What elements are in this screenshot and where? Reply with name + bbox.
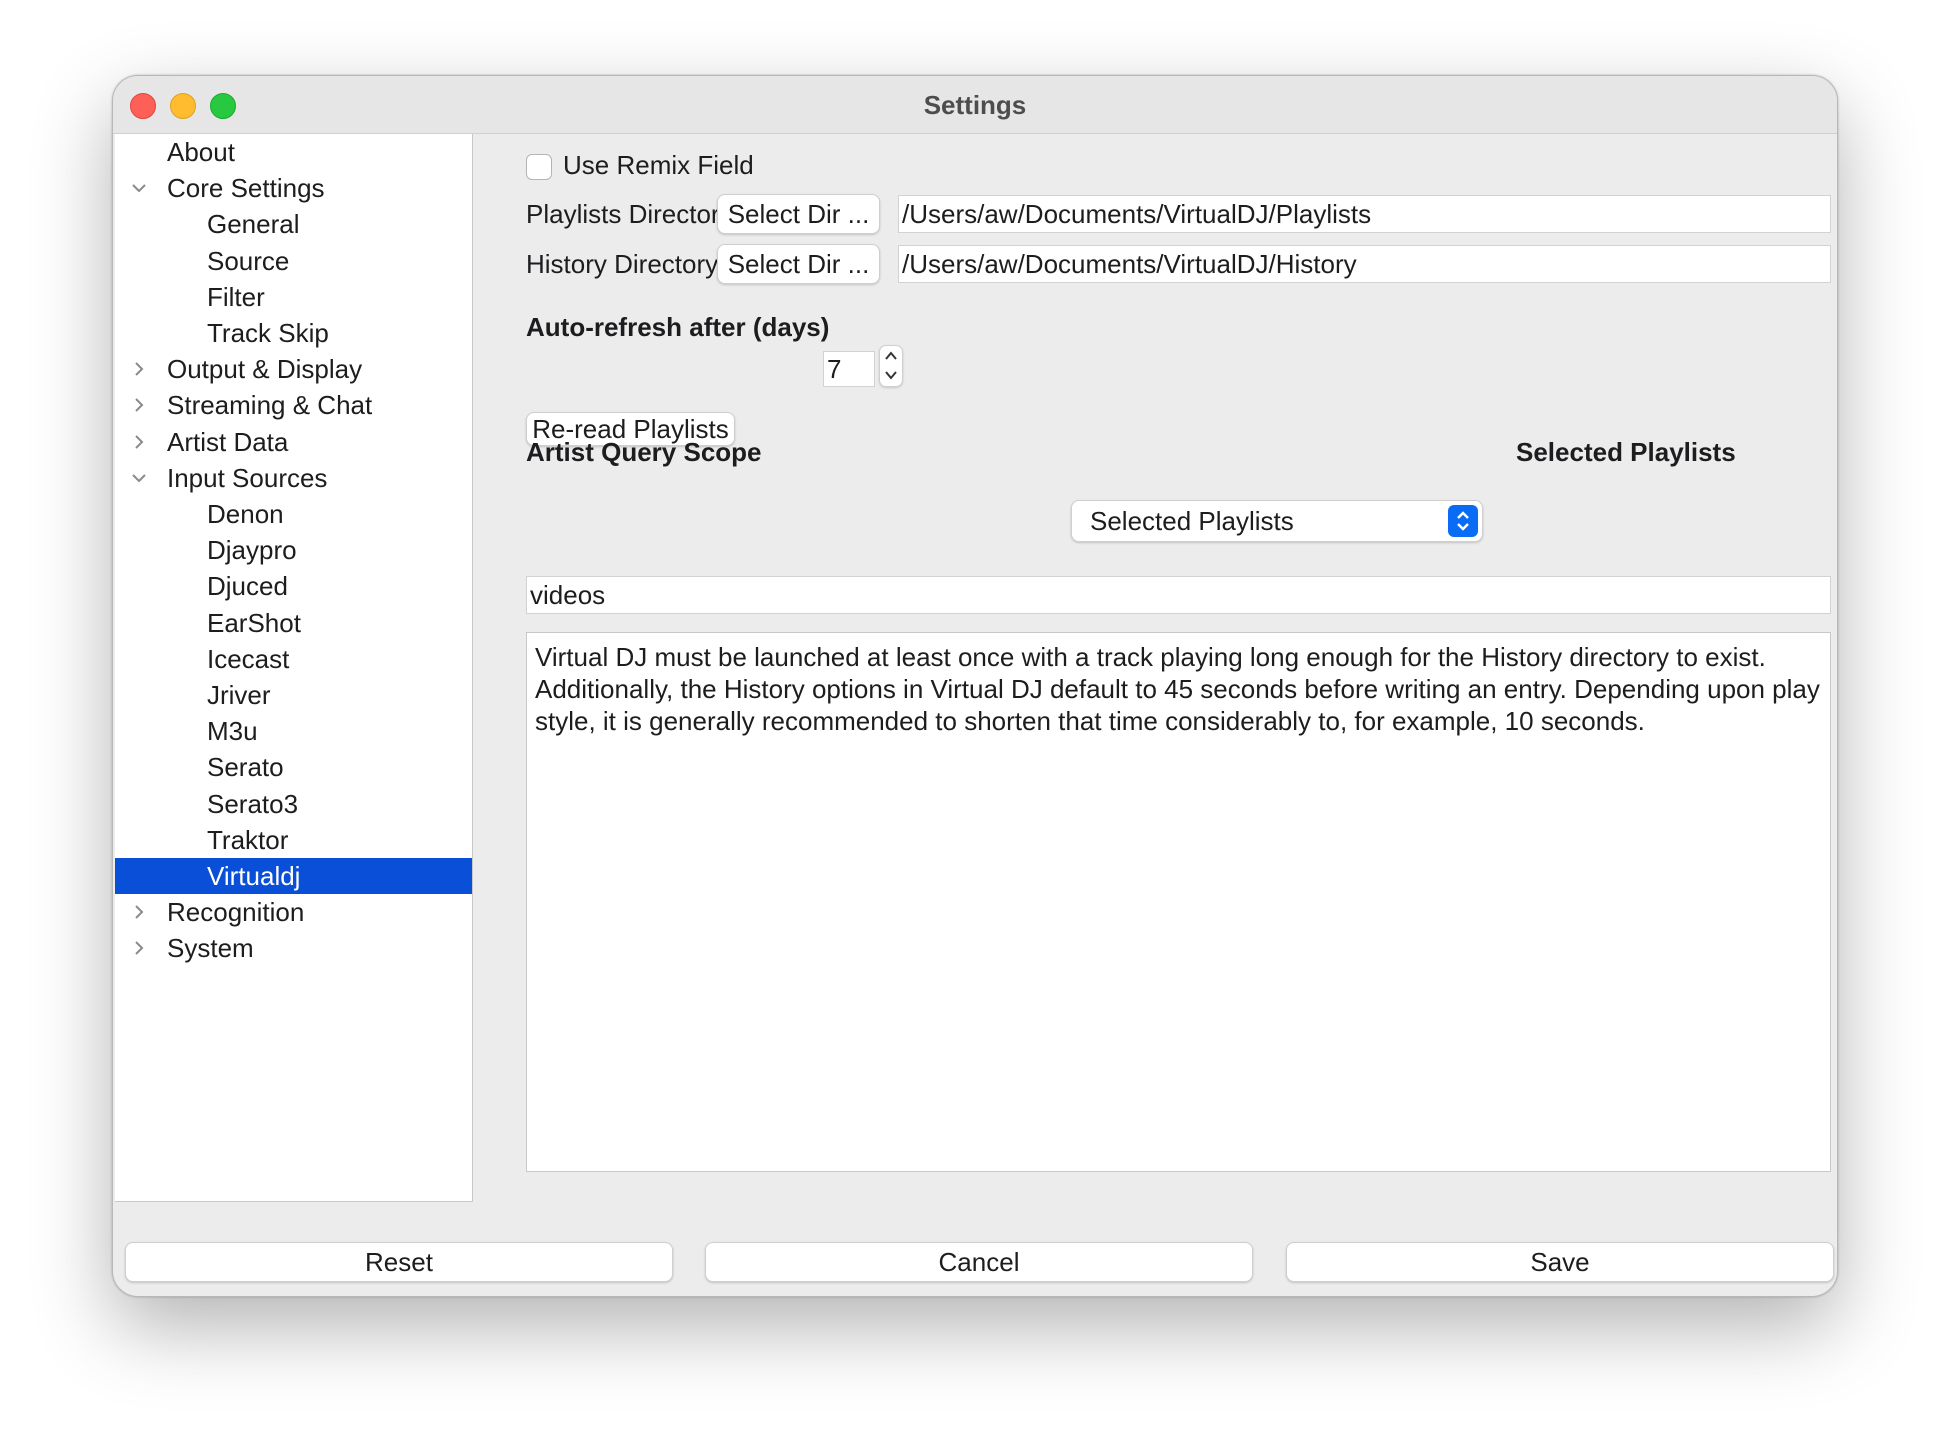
tree-item-label: Input Sources [167,462,328,493]
chevron-right-icon[interactable] [129,930,149,978]
tree-item-streaming-chat[interactable]: Streaming & Chat [115,387,472,423]
tree-item-recognition[interactable]: Recognition [115,894,472,930]
tree-item-general[interactable]: General [115,206,472,242]
tree-item-label: Jriver [207,680,271,710]
tree-item-label: Filter [207,281,265,312]
save-button[interactable]: Save [1286,1242,1834,1282]
tree-item-jriver[interactable]: Jriver [115,677,472,713]
auto-refresh-stepper[interactable] [879,345,903,387]
tree-item-label: Source [207,245,290,276]
tree-item-denon[interactable]: Denon [115,496,472,532]
tree-item-input-sources[interactable]: Input Sources [115,460,472,496]
chevron-down-icon[interactable] [884,368,898,382]
artist-query-scope-select[interactable]: Selected Playlists [1071,500,1483,542]
tree-item-label: Djuced [207,571,288,602]
tree-item-filter[interactable]: Filter [115,279,472,315]
use-remix-label: Use Remix Field [563,150,754,180]
auto-refresh-label: Auto-refresh after (days) [526,312,830,342]
tree-item-system[interactable]: System [115,930,472,966]
tree-item-label: Streaming & Chat [167,390,373,421]
title-bar: Settings [113,76,1837,134]
tree-item-about[interactable]: About [115,134,472,170]
select-history-dir-button[interactable]: Select Dir ... [717,244,880,284]
tree-item-artist-data[interactable]: Artist Data [115,424,472,460]
tree-item-virtualdj[interactable]: Virtualdj [115,858,472,894]
tree-item-m3u[interactable]: M3u [115,713,472,749]
tree-item-output-display[interactable]: Output & Display [115,351,472,387]
tree-item-label: Virtualdj [207,861,301,891]
reset-button[interactable]: Reset [125,1242,673,1282]
tree-item-label: M3u [207,716,258,747]
chevron-up-icon[interactable] [884,349,898,363]
tree-item-label: About [167,137,235,167]
tree-item-label: Core Settings [167,173,325,204]
tree-item-djaypro[interactable]: Djaypro [115,532,472,568]
tree-item-label: Recognition [167,897,305,928]
history-directory-label: History Directory [526,249,719,279]
playlists-directory-field[interactable]: /Users/aw/Documents/VirtualDJ/Playlists [898,195,1831,233]
tree-item-label: Traktor [207,824,289,855]
playlists-directory-label: Playlists Directory [526,199,733,229]
tree-item-label: Serato [207,752,284,783]
artist-query-scope-label: Artist Query Scope [526,437,762,467]
history-directory-field[interactable]: /Users/aw/Documents/VirtualDJ/History [898,245,1831,283]
tree-item-label: Track Skip [207,318,329,348]
artist-query-scope-side-label: Selected Playlists [1516,437,1736,467]
description-text: Virtual DJ must be launched at least onc… [526,632,1831,1172]
tree-item-serato3[interactable]: Serato3 [115,786,472,822]
tree-item-label: System [167,933,254,964]
settings-tree[interactable]: About Core Settings General Source Filter Tra… [115,134,473,1202]
tree-item-label: Serato3 [207,788,299,819]
tree-item-traktor[interactable]: Traktor [115,822,472,858]
tree-item-serato[interactable]: Serato [115,749,472,785]
cancel-button[interactable]: Cancel [705,1242,1253,1282]
tree-item-label: Djaypro [207,535,297,566]
playlist-filter-field[interactable]: videos [526,576,1831,614]
settings-content-pane: Use Remix Field Playlists Directory Sele… [473,134,1837,1201]
tree-item-core-settings[interactable]: Core Settings [115,170,472,206]
tree-item-label: Output & Display [167,354,363,385]
tree-item-label: Denon [207,499,284,529]
select-chevrons-icon[interactable] [1448,505,1478,537]
tree-item-label: Artist Data [167,426,289,457]
window-title: Settings [923,90,1027,120]
tree-item-label: General [207,209,300,240]
select-playlists-dir-button[interactable]: Select Dir ... [717,194,880,234]
tree-item-earshot[interactable]: EarShot [115,605,472,641]
auto-refresh-days-input[interactable]: 7 [823,351,875,387]
tree-item-label: EarShot [207,607,301,638]
tree-item-source[interactable]: Source [115,243,472,279]
artist-query-scope-value: Selected Playlists [1090,506,1294,536]
tree-item-djuced[interactable]: Djuced [115,568,472,604]
tree-item-label: Icecast [207,643,290,674]
tree-item-icecast[interactable]: Icecast [115,641,472,677]
tree-item-track-skip[interactable]: Track Skip [115,315,472,351]
settings-window: Settings About Core Settings General Source… [112,75,1838,1297]
use-remix-checkbox[interactable] [526,154,552,180]
